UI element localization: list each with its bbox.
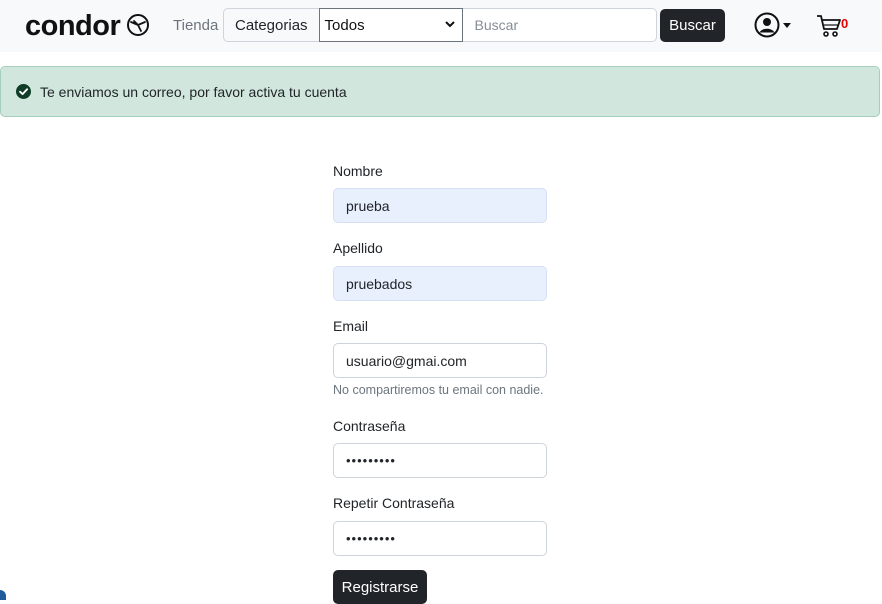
email-field[interactable]: usuario@gmai.com — [333, 343, 547, 378]
password-repeat-field[interactable]: ••••••••• — [333, 521, 547, 556]
first-name-label: Nombre — [333, 163, 383, 179]
cart-link[interactable]: 0 — [816, 13, 848, 44]
category-label: Categorias — [223, 8, 319, 42]
register-button[interactable]: Registrarse — [333, 570, 427, 604]
password-label: Contraseña — [333, 418, 406, 434]
navbar: condor Tienda Categorias Todos Buscar Bu… — [0, 0, 882, 52]
cart-icon — [816, 13, 842, 44]
store-link[interactable]: Tienda — [173, 17, 218, 34]
password-value: ••••••••• — [346, 453, 396, 468]
brand-link[interactable]: condor — [25, 9, 150, 43]
corner-accent — [0, 590, 6, 600]
last-name-label: Apellido — [333, 240, 383, 256]
category-select[interactable]: Todos — [318, 8, 463, 42]
user-menu-toggle[interactable] — [754, 12, 791, 43]
last-name-field[interactable]: pruebados — [333, 266, 547, 301]
search-input[interactable]: Buscar — [462, 8, 657, 42]
caret-down-icon — [783, 23, 791, 28]
email-value: usuario@gmai.com — [346, 352, 467, 369]
first-name-value: prueba — [346, 197, 390, 214]
success-alert: Te enviamos un correo, por favor activa … — [0, 66, 880, 117]
plane-circle-icon — [126, 13, 150, 42]
email-help-text: No compartiremos tu email con nadie. — [333, 383, 544, 397]
last-name-value: pruebados — [346, 275, 413, 292]
password-field[interactable]: ••••••••• — [333, 443, 547, 478]
first-name-field[interactable]: prueba — [333, 188, 547, 223]
email-label: Email — [333, 318, 369, 334]
user-circle-icon — [754, 12, 780, 43]
check-circle-icon — [16, 84, 31, 99]
search-button[interactable]: Buscar — [660, 9, 725, 42]
password-repeat-label: Repetir Contraseña — [333, 495, 455, 511]
chevron-down-icon — [444, 17, 456, 34]
search-group: Categorias Todos Buscar — [223, 8, 657, 42]
category-selected-value: Todos — [324, 16, 365, 34]
cart-count-badge: 0 — [841, 16, 849, 31]
search-placeholder: Buscar — [474, 17, 519, 33]
brand-name: condor — [25, 10, 121, 42]
password-repeat-value: ••••••••• — [346, 531, 396, 546]
alert-message: Te enviamos un correo, por favor activa … — [40, 83, 347, 100]
